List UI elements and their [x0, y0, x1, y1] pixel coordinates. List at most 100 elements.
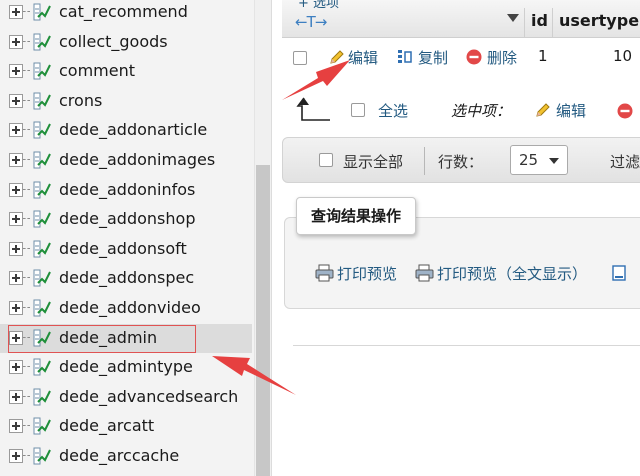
- tree-item[interactable]: dede_admintype: [0, 353, 252, 382]
- tree-item-label[interactable]: comment: [59, 60, 135, 82]
- expand-plus-icon[interactable]: [9, 64, 23, 79]
- delete-icon: [466, 49, 482, 65]
- tree-item-label[interactable]: dede_addonimages: [59, 149, 215, 171]
- bulk-edit-label: 编辑: [556, 102, 587, 120]
- column-separator: [524, 8, 525, 38]
- table-structure-icon[interactable]: [32, 180, 52, 200]
- tree-item[interactable]: collect_goods: [0, 28, 252, 57]
- column-resize-arrows-icon[interactable]: ←T→: [295, 13, 327, 31]
- table-structure-icon[interactable]: [32, 446, 52, 466]
- expand-plus-icon[interactable]: [9, 241, 23, 256]
- table-structure-icon[interactable]: [32, 357, 52, 377]
- select-all-checkbox[interactable]: [351, 103, 365, 117]
- expand-plus-icon[interactable]: [9, 389, 23, 404]
- expand-plus-icon[interactable]: [9, 182, 23, 197]
- table-structure-icon[interactable]: [32, 120, 52, 140]
- edit-link[interactable]: 编辑: [328, 47, 378, 68]
- table-structure-icon[interactable]: [32, 298, 52, 318]
- expand-plus-icon[interactable]: [9, 5, 23, 19]
- tree-item[interactable]: comment: [0, 57, 252, 86]
- tree-item[interactable]: dede_addonarticle: [0, 116, 252, 145]
- table-structure-icon[interactable]: [32, 150, 52, 170]
- nav-scrollbar-thumb[interactable]: [256, 165, 270, 476]
- results-navigation-bar: 显示全部 行数： 25 过滤: [282, 137, 640, 183]
- tree-item[interactable]: dede_addonshop: [0, 205, 252, 234]
- tree-connector: [23, 425, 30, 427]
- tree-item-label[interactable]: dede_arccache: [59, 445, 179, 467]
- tree-connector: [23, 188, 30, 190]
- expand-plus-icon[interactable]: [9, 271, 23, 286]
- row-checkbox[interactable]: [293, 51, 307, 65]
- tree-item-label[interactable]: dede_addonspec: [59, 267, 194, 289]
- expand-plus-icon[interactable]: [9, 301, 23, 315]
- options-link[interactable]: + 选项: [298, 0, 339, 11]
- pencil-icon: [536, 103, 550, 117]
- tree-item[interactable]: dede_addonspec: [0, 264, 252, 293]
- tree-item-label[interactable]: dede_addonshop: [59, 208, 195, 230]
- table-row: 编辑 复制 删除 1 10: [282, 39, 640, 76]
- tree-connector: [23, 218, 30, 220]
- divider: [424, 147, 425, 175]
- table-structure-icon[interactable]: [32, 91, 52, 111]
- tree-connector: [23, 99, 30, 101]
- tree-connector: [23, 159, 30, 160]
- rows-per-page-select[interactable]: 25: [510, 145, 568, 175]
- tree-item[interactable]: dede_addonimages: [0, 146, 252, 175]
- tree-item[interactable]: dede_arccache: [0, 442, 252, 471]
- export-icon[interactable]: [612, 264, 626, 282]
- tree-item-label[interactable]: dede_addoninfos: [59, 179, 195, 201]
- table-structure-icon[interactable]: [32, 268, 52, 288]
- expand-plus-icon[interactable]: [9, 93, 23, 108]
- print-view-full-text-link[interactable]: 打印预览（全文显示）: [415, 263, 587, 284]
- tree-item-label[interactable]: dede_arcatt: [59, 415, 154, 437]
- expand-plus-icon[interactable]: [9, 123, 23, 138]
- expand-plus-icon[interactable]: [9, 449, 23, 463]
- tree-item-label[interactable]: dede_advancedsearch: [59, 386, 238, 408]
- tree-item-label[interactable]: dede_addonarticle: [59, 119, 207, 141]
- tree-item-label[interactable]: crons: [59, 90, 102, 112]
- table-structure-icon[interactable]: [32, 2, 52, 22]
- tree-item[interactable]: dede_advancedsearch: [0, 383, 252, 412]
- rows-per-page-value: 25: [519, 151, 539, 169]
- show-all-checkbox[interactable]: [319, 153, 333, 167]
- tree-item-label[interactable]: collect_goods: [59, 31, 168, 53]
- tree-connector: [23, 277, 30, 279]
- tree-connector: [23, 70, 30, 72]
- delete-label: 删除: [487, 49, 518, 67]
- tree-item-label[interactable]: cat_recommend: [59, 1, 188, 23]
- tree-item-label[interactable]: dede_addonvideo: [59, 297, 201, 319]
- table-structure-icon[interactable]: [32, 61, 52, 81]
- show-all-label[interactable]: 显示全部: [343, 151, 403, 172]
- table-structure-icon[interactable]: [32, 209, 52, 229]
- delete-icon[interactable]: [616, 102, 634, 120]
- delete-link[interactable]: 删除: [465, 47, 517, 68]
- table-structure-icon[interactable]: [32, 239, 52, 259]
- expand-plus-icon[interactable]: [9, 153, 23, 167]
- table-structure-icon[interactable]: [32, 32, 52, 52]
- tree-item-label[interactable]: dede_admintype: [59, 356, 193, 378]
- expand-plus-icon[interactable]: [9, 212, 23, 227]
- bulk-actions-bar: 全选 选中项： 编辑: [282, 92, 640, 128]
- expand-plus-icon[interactable]: [9, 360, 23, 375]
- tree-item[interactable]: dede_addoninfos: [0, 176, 252, 205]
- tree-item[interactable]: dede_addonvideo: [0, 294, 252, 323]
- divider: [293, 345, 640, 346]
- tree-item-label[interactable]: dede_addonsoft: [59, 238, 187, 260]
- copy-link[interactable]: 复制: [396, 47, 448, 68]
- sort-caret-icon[interactable]: [507, 14, 519, 22]
- select-all-link[interactable]: 全选: [378, 100, 408, 121]
- column-header-usertype[interactable]: usertype: [559, 11, 639, 30]
- column-header-id[interactable]: id: [531, 11, 548, 30]
- table-structure-icon[interactable]: [32, 416, 52, 436]
- results-table-header: + 选项 ←T→ id usertype: [282, 0, 640, 38]
- expand-plus-icon[interactable]: [9, 419, 23, 434]
- tree-item[interactable]: dede_addonsoft: [0, 235, 252, 264]
- print-view-link[interactable]: 打印预览: [315, 263, 397, 284]
- tree-item[interactable]: crons: [0, 87, 252, 116]
- table-structure-icon[interactable]: [32, 387, 52, 407]
- bulk-edit-link[interactable]: 编辑: [534, 100, 586, 121]
- tree-item[interactable]: cat_recommend: [0, 0, 252, 27]
- tree-item[interactable]: dede_arcatt: [0, 412, 252, 441]
- expand-plus-icon[interactable]: [9, 34, 23, 49]
- printer-icon: [315, 264, 334, 282]
